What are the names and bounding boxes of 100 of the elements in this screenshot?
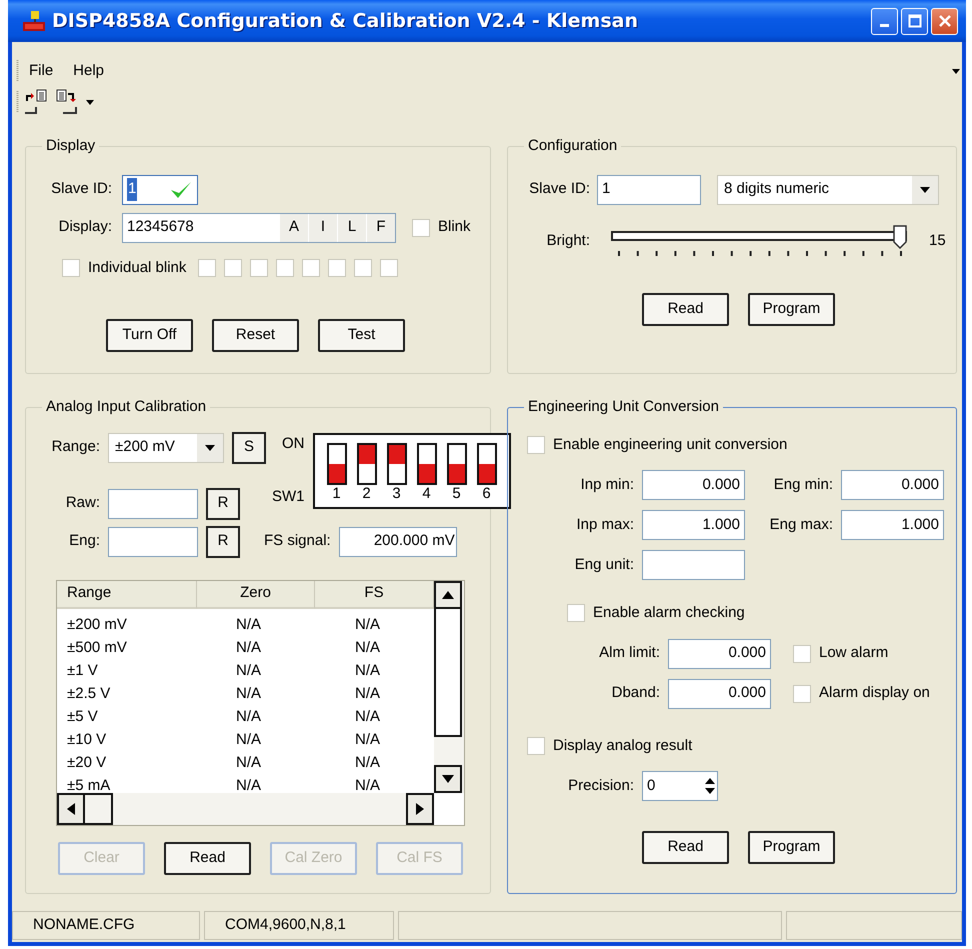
dropdown-arrow-icon [205,444,215,450]
button[interactable]: Read [164,842,251,874]
checkbox[interactable] [527,436,545,454]
character-button[interactable]: L [338,214,366,242]
text-field[interactable] [108,526,198,556]
table-cell-text: N/A [235,776,262,796]
slider-track[interactable] [611,226,907,256]
checkbox[interactable] [276,258,294,277]
button[interactable]: R [206,526,240,558]
button[interactable]: Test [318,319,405,352]
minimize-button[interactable] [871,8,898,34]
checkbox[interactable] [198,258,216,277]
slave-id-field[interactable]: 1 [122,174,198,204]
character-button[interactable]: F [367,214,395,242]
button[interactable]: Turn Off [106,319,193,352]
checkbox[interactable] [380,258,398,277]
dropdown[interactable]: ±200 mV [108,432,224,462]
display-field[interactable]: 12345678 A I L F [122,212,396,242]
checkbox[interactable] [567,604,585,622]
table-cell-text: N/A [235,614,262,634]
text-field[interactable]: 200.000 mV [338,526,457,556]
scroll-up-button[interactable] [434,580,462,608]
scroll-left-button[interactable] [57,792,85,824]
app-icon [22,9,46,33]
horizontal-scrollbar[interactable] [57,792,434,824]
slider-value: 15 [929,231,946,252]
checkbox[interactable] [793,684,811,702]
checkbox[interactable] [354,258,372,277]
status-pane: NONAME.CFG [12,911,200,940]
switch-number: 2 [362,484,371,502]
slider-thumb[interactable] [893,224,907,248]
text-field[interactable]: 0.000 [642,470,745,500]
text-field[interactable]: 0.000 [668,678,771,708]
group-title: Engineering Unit Conversion [527,399,720,416]
table-cell-text: ±200 mV [66,614,128,634]
caret-icon [952,69,960,74]
scroll-right-button[interactable] [406,792,434,824]
close-button[interactable] [931,8,958,34]
switch-number: 5 [452,484,461,502]
field-label: Range: [50,437,100,458]
checkbox[interactable] [62,258,80,277]
field-label: Eng unit: [574,554,634,575]
dropdown-arrow-icon[interactable] [86,100,94,104]
checkbox[interactable] [527,736,545,755]
scroll-thumb[interactable] [85,792,113,824]
checkbox[interactable] [224,258,242,277]
slave-id-field[interactable]: 1 [597,174,701,204]
arrow-icon [416,802,424,814]
character-button[interactable]: A [280,214,308,242]
column-header[interactable]: FS [315,580,434,608]
dip-switch[interactable] [446,442,467,484]
column-header[interactable]: Zero [197,580,315,608]
button[interactable]: Program [748,831,835,864]
column-header[interactable]: Range [57,580,197,608]
maximize-button[interactable] [901,8,928,34]
menu-item[interactable]: Help [63,60,114,82]
character-button[interactable]: I [309,214,337,242]
switch-label: ON [282,434,305,454]
text-field[interactable]: 0.000 [668,638,771,668]
spinner-arrows-icon[interactable] [705,776,715,796]
text-field[interactable]: 1.000 [642,510,745,540]
dip-switch[interactable] [416,442,437,484]
button[interactable]: Program [748,292,835,326]
checkbox[interactable] [302,258,320,277]
text-field[interactable] [642,550,745,580]
dip-switch[interactable] [326,442,347,484]
checkbox[interactable] [250,258,268,277]
button[interactable]: Reset [212,319,299,352]
text-field[interactable]: 1.000 [841,510,944,540]
field-value: 12345678 [127,217,195,238]
menu-item[interactable]: File [19,60,64,82]
number-spinner[interactable]: 0 [642,771,718,801]
table-cell-text: N/A [354,752,382,772]
checkbox-label: Individual blink [88,258,186,278]
button[interactable]: Read [642,831,729,864]
checkbox[interactable] [328,258,346,277]
table-cell-text: ±2.5 V [66,684,112,704]
table-cell-text: N/A [235,638,262,658]
scroll-down-button[interactable] [434,764,462,792]
group-title: Configuration [527,138,618,154]
table-cell-text: ±1 V [66,660,99,680]
text-field[interactable]: 0.000 [841,470,944,500]
vertical-scrollbar[interactable] [434,580,464,792]
dip-switch[interactable] [356,442,377,484]
button[interactable]: R [206,488,240,520]
checkbox[interactable] [412,218,430,236]
scroll-thumb[interactable] [434,608,462,736]
table-cell-text: N/A [354,684,382,704]
dip-switch[interactable] [476,442,497,484]
button[interactable]: Read [642,292,729,326]
switch-number: 3 [392,484,401,502]
dip-switch[interactable] [386,442,407,484]
text-field[interactable] [108,488,198,518]
field-label: FS signal: [264,531,331,552]
table-cell-text: ±500 mV [66,638,128,658]
maximize-icon [908,14,922,28]
table-cell-text: N/A [354,638,382,658]
checkbox[interactable] [793,644,811,662]
dropdown[interactable]: 8 digits numeric [717,174,939,204]
button[interactable]: S [232,432,266,464]
